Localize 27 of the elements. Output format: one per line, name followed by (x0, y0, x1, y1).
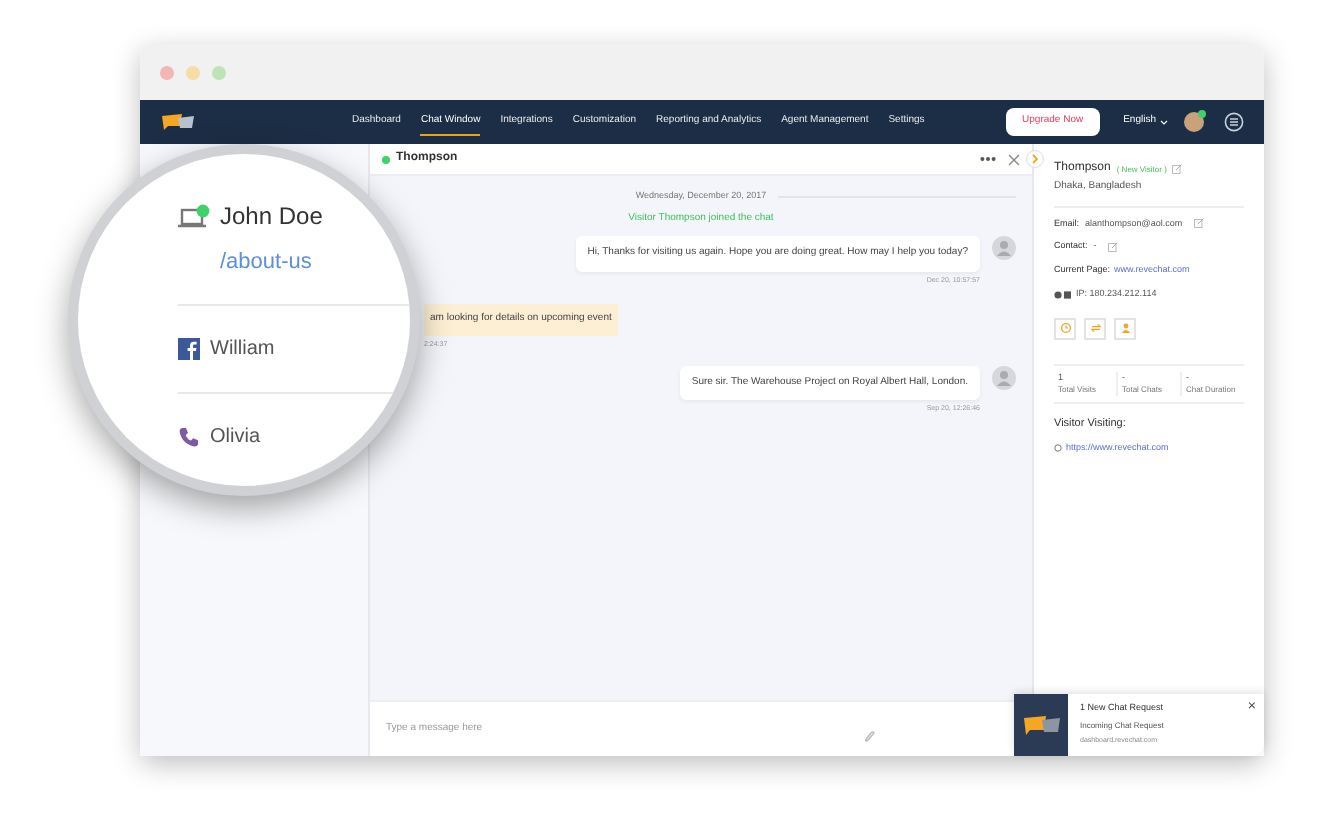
menu-icon[interactable] (1224, 112, 1244, 132)
visitor-name[interactable]: John Doe (220, 198, 323, 234)
user-avatar-icon (992, 236, 1016, 261)
caret-icon (1160, 119, 1168, 125)
close-icon[interactable] (1008, 153, 1020, 165)
user-icon (1119, 322, 1131, 334)
user-avatar-icon (992, 365, 1016, 390)
device-icon (1054, 289, 1072, 300)
user-button[interactable] (1114, 317, 1136, 339)
transfer-icon (1089, 322, 1101, 334)
phone-icon (178, 425, 200, 447)
transfer-button[interactable] (1084, 317, 1106, 339)
history-icon (1059, 322, 1071, 334)
notification-logo-icon (1014, 694, 1068, 756)
globe-icon (1054, 443, 1062, 452)
chat-logo-icon[interactable] (160, 112, 196, 132)
edit-icon[interactable] (1172, 164, 1183, 174)
avatar-icon[interactable] (1184, 112, 1204, 132)
edit-icon[interactable] (1108, 242, 1119, 253)
visitor-name[interactable]: Olivia (210, 421, 261, 451)
edit-icon[interactable] (1194, 218, 1205, 229)
history-button[interactable] (1054, 317, 1076, 339)
visitor-name[interactable]: William (210, 333, 275, 363)
facebook-icon (178, 337, 200, 359)
attachment-icon[interactable] (864, 730, 876, 744)
more-icon[interactable] (980, 156, 996, 162)
collapse-arrow-icon[interactable] (1026, 150, 1044, 168)
